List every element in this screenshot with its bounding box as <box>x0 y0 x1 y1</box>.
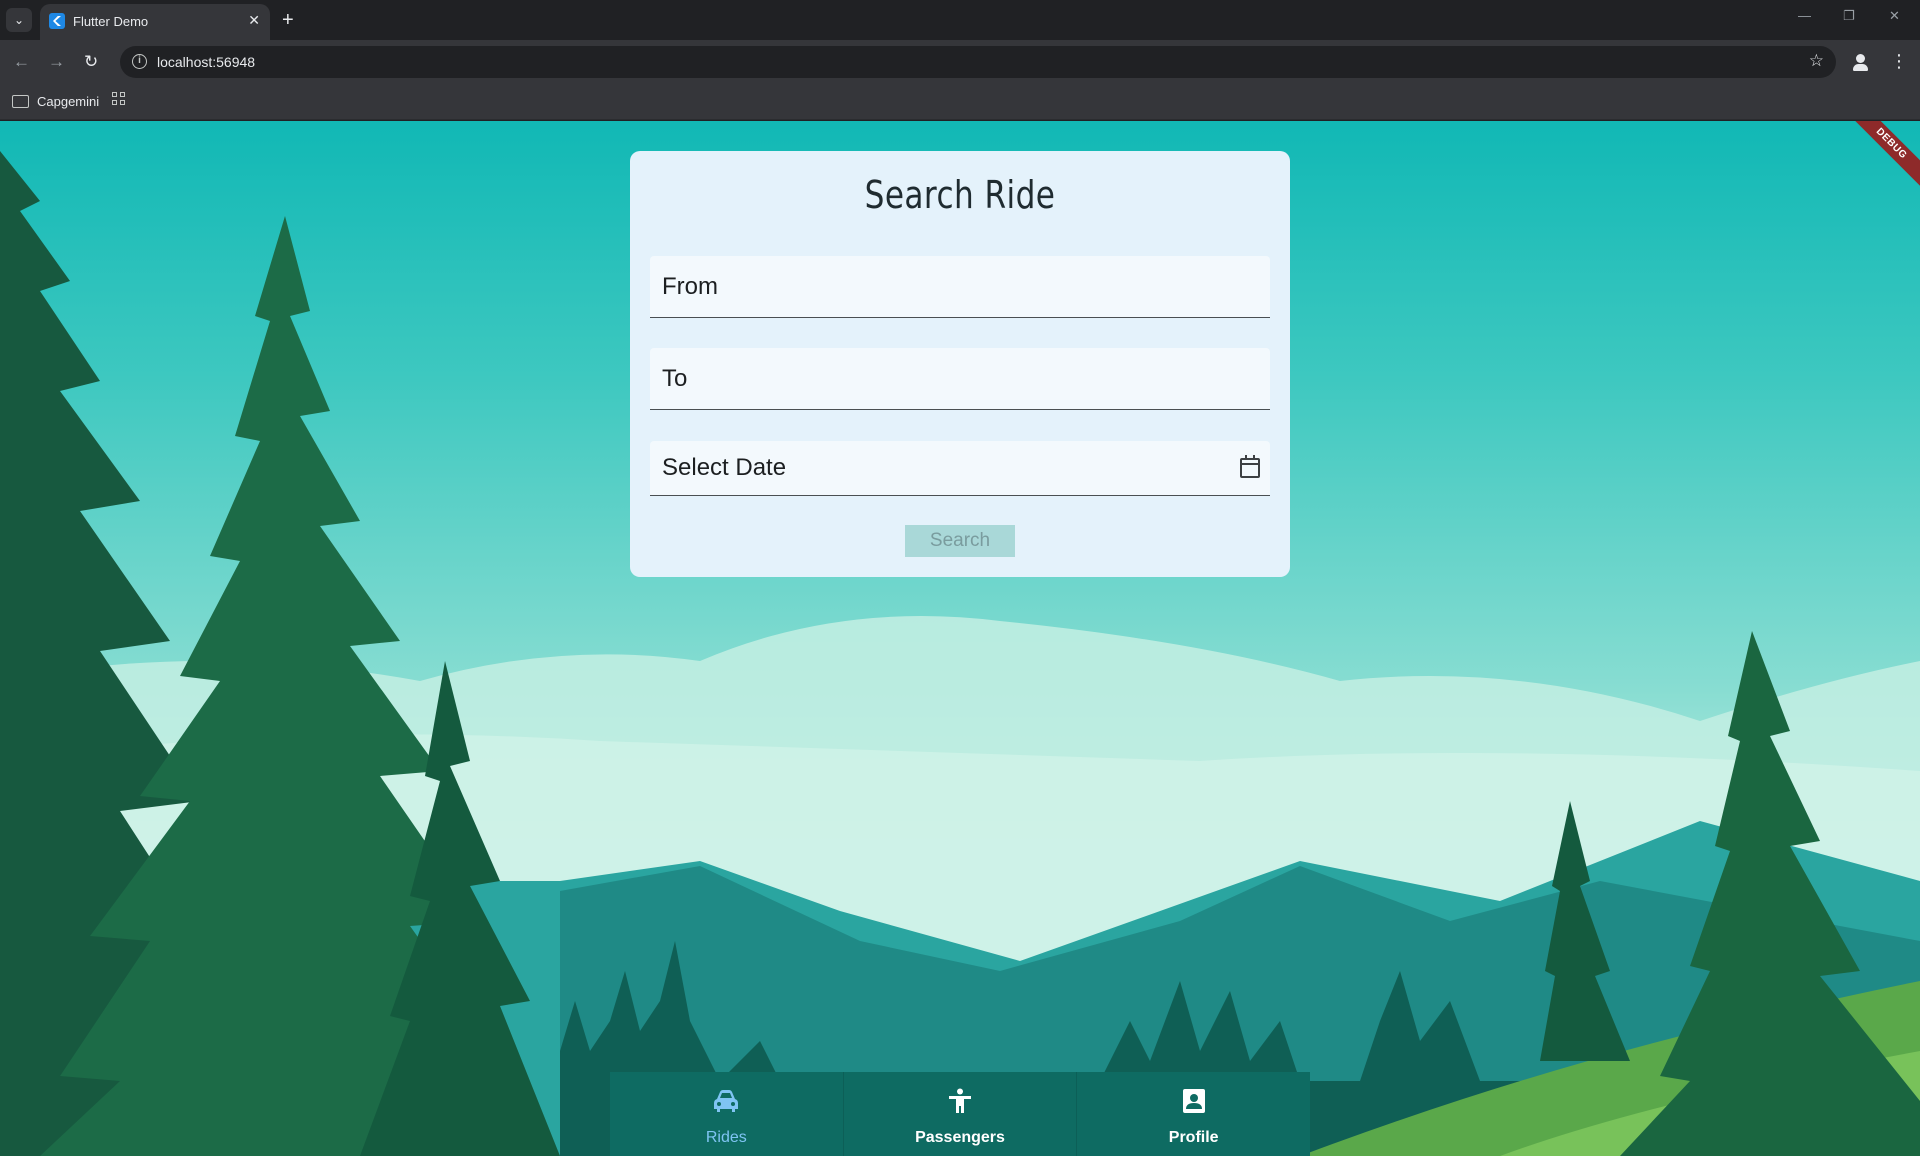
nav-label-rides: Rides <box>705 1129 747 1146</box>
browser-menu-icon[interactable]: ⋮ <box>1890 50 1908 72</box>
search-button[interactable]: Search <box>905 525 1015 557</box>
folder-icon <box>12 95 29 108</box>
url-text[interactable]: localhost:56948 <box>157 54 255 70</box>
forward-arrow-icon[interactable]: → <box>48 50 65 74</box>
nav-item-rides[interactable]: Rides <box>610 1072 844 1156</box>
browser-tab-bar: ⌄ Flutter Demo ✕ + — ❐ ✕ <box>0 0 1920 40</box>
app-viewport: DEBUG Search Ride From To Select Date Se… <box>0 121 1920 1156</box>
profile-icon <box>1182 1089 1205 1113</box>
calendar-icon[interactable] <box>1240 455 1260 478</box>
apps-grid-icon[interactable] <box>112 92 126 106</box>
new-tab-button[interactable]: + <box>282 8 294 32</box>
back-arrow-icon[interactable]: ← <box>13 50 30 74</box>
bookmarks-bar: Capgemini <box>0 84 1920 120</box>
site-info-icon[interactable]: i <box>132 54 147 69</box>
restore-icon[interactable]: ❐ <box>1843 8 1855 24</box>
flutter-favicon-icon <box>49 13 65 29</box>
window-close-icon[interactable]: ✕ <box>1889 8 1900 24</box>
tab-list-button[interactable]: ⌄ <box>6 8 32 32</box>
address-bar[interactable]: i localhost:56948 ☆ <box>120 46 1836 78</box>
accessibility-icon <box>949 1088 971 1113</box>
page-title: Search Ride <box>864 173 1056 217</box>
car-icon <box>714 1090 739 1112</box>
search-ride-card: Search Ride From To Select Date Search <box>630 151 1290 577</box>
bookmark-label: Capgemini <box>37 94 100 109</box>
reload-icon[interactable]: ↻ <box>84 50 98 74</box>
nav-label-passengers: Passengers <box>915 1129 1005 1146</box>
from-field[interactable]: From <box>650 256 1270 318</box>
nav-item-passengers[interactable]: Passengers <box>844 1072 1078 1156</box>
from-field-label: From <box>662 273 718 300</box>
date-field-label: Select Date <box>662 454 787 481</box>
profile-avatar-icon[interactable] <box>1850 51 1872 73</box>
nav-item-profile[interactable]: Profile <box>1077 1072 1310 1156</box>
nav-label-profile: Profile <box>1168 1129 1219 1146</box>
minimize-icon[interactable]: — <box>1798 8 1811 23</box>
tab-close-icon[interactable]: ✕ <box>248 12 260 29</box>
browser-tab[interactable]: Flutter Demo ✕ <box>40 4 270 40</box>
to-field[interactable]: To <box>650 348 1270 410</box>
bottom-navigation-bar: Rides Passengers Profile <box>610 1072 1310 1156</box>
to-field-label: To <box>662 365 688 392</box>
bookmark-star-icon[interactable]: ☆ <box>1809 51 1824 71</box>
tab-title: Flutter Demo <box>73 14 149 29</box>
browser-toolbar: ← → ↻ i localhost:56948 ☆ ⋮ <box>0 40 1920 84</box>
date-picker-field[interactable]: Select Date <box>650 441 1270 496</box>
